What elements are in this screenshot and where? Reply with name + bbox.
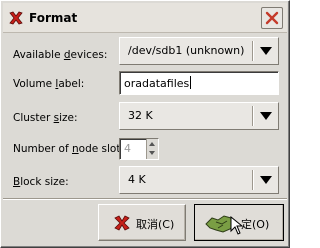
cancel-button[interactable]: 取消(C) <box>98 204 186 241</box>
node-slots-value: 4 <box>124 142 131 155</box>
available-devices-value: /dev/sdb1 (unknown) <box>128 44 245 57</box>
format-dialog: Format Available devices: /dev/sdb1 (unk… <box>0 0 290 248</box>
combo-separator <box>252 41 254 61</box>
mouse-pointer-icon <box>230 216 244 235</box>
chevron-down-icon <box>260 47 272 55</box>
node-slots-label: Number of node slots: <box>13 143 130 155</box>
combo-separator <box>252 170 254 190</box>
volume-label-label: Volume label: <box>13 78 85 90</box>
title-bar: Format <box>3 3 287 33</box>
block-size-value: 4 K <box>128 173 146 186</box>
close-icon <box>265 11 279 25</box>
chevron-down-icon <box>260 176 272 184</box>
cancel-x-icon <box>114 215 130 231</box>
available-devices-label: Available devices: <box>13 49 108 61</box>
cluster-size-value: 32 K <box>128 109 153 122</box>
cluster-size-combo[interactable]: 32 K <box>119 102 279 130</box>
spinner-buttons[interactable] <box>146 139 158 159</box>
close-button[interactable] <box>261 7 283 29</box>
volume-label-value: oradatafiles <box>124 76 192 90</box>
combo-separator <box>252 106 254 126</box>
cancel-label: 取消(C) <box>136 218 175 231</box>
volume-label-input[interactable]: oradatafiles <box>119 71 279 95</box>
cluster-size-label: Cluster size: <box>13 112 78 124</box>
spin-down-icon[interactable] <box>149 151 155 155</box>
block-size-label: Block size: <box>13 176 69 188</box>
node-slots-spinner[interactable]: 4 <box>119 138 159 160</box>
chevron-down-icon <box>260 112 272 120</box>
text-cursor <box>190 76 192 89</box>
button-divider <box>3 198 287 200</box>
format-x-icon <box>9 11 23 25</box>
spin-up-icon[interactable] <box>149 142 155 146</box>
available-devices-combo[interactable]: /dev/sdb1 (unknown) <box>119 37 279 65</box>
window-title: Format <box>29 11 78 25</box>
block-size-combo[interactable]: 4 K <box>119 166 279 194</box>
